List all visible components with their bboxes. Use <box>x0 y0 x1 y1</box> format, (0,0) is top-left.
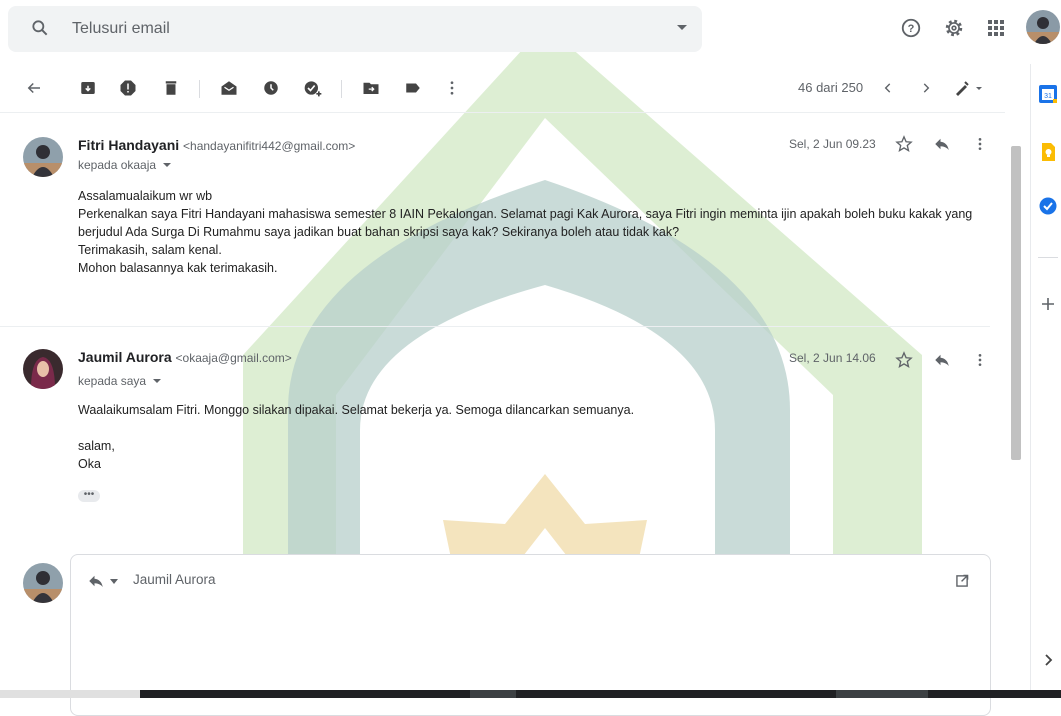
body-line: Perkenalkan saya Fitri Handayani mahasis… <box>78 207 973 221</box>
body-line: salam, <box>78 439 115 453</box>
sender-name[interactable]: Jaumil Aurora <box>78 349 172 365</box>
snooze-icon[interactable] <box>259 76 283 100</box>
svg-text:?: ? <box>908 23 915 35</box>
body-line: berjudul Ada Surga Di Rumahmu saya jadik… <box>78 225 680 239</box>
more-vert-icon[interactable] <box>968 348 992 372</box>
pagination-count: 46 dari 250 <box>798 80 864 95</box>
settings-icon[interactable] <box>942 16 966 40</box>
chevron-down-icon[interactable] <box>152 377 162 385</box>
help-icon[interactable]: ? <box>899 16 923 40</box>
star-icon[interactable] <box>892 132 916 156</box>
body-line: Oka <box>78 457 101 471</box>
input-tools-icon[interactable] <box>950 76 988 100</box>
body-line <box>78 419 993 437</box>
side-panel-divider <box>1038 257 1058 258</box>
chevron-down-icon[interactable] <box>162 161 172 169</box>
search-options-caret-icon[interactable] <box>677 25 687 30</box>
os-taskbar <box>0 690 1061 698</box>
sender-name[interactable]: Fitri Handayani <box>78 137 179 153</box>
sender-line: Fitri Handayani <handayanifitri442@gmail… <box>78 137 355 153</box>
tasks-icon[interactable] <box>1038 196 1058 216</box>
more-vert-icon[interactable] <box>440 76 464 100</box>
keep-icon[interactable] <box>1038 142 1058 162</box>
body-line: Assalamualaikum wr wb <box>78 189 213 203</box>
message-divider <box>0 326 990 327</box>
my-avatar <box>23 563 63 603</box>
message-body: Assalamualaikum wr wb Perkenalkan saya F… <box>78 187 993 277</box>
taskbar-app[interactable] <box>470 690 516 698</box>
reply-recipient[interactable]: Jaumil Aurora <box>133 572 216 587</box>
sender-line: Jaumil Aurora <okaaja@gmail.com> <box>78 349 292 365</box>
message-date: Sel, 2 Jun 14.06 <box>789 351 876 365</box>
sender-avatar[interactable] <box>23 349 63 389</box>
message-date: Sel, 2 Jun 09.23 <box>789 137 876 151</box>
move-to-icon[interactable] <box>359 76 383 100</box>
toolbar-divider <box>341 80 342 98</box>
sender-email: <okaaja@gmail.com> <box>175 351 292 365</box>
body-line: Waalaikumsalam Fitri. Monggo silakan dip… <box>78 403 635 417</box>
expand-panel-icon[interactable] <box>1038 650 1058 670</box>
mark-unread-icon[interactable] <box>217 76 241 100</box>
taskbar-app[interactable] <box>836 690 928 698</box>
add-addon-icon[interactable] <box>1038 294 1058 314</box>
delete-icon[interactable] <box>159 76 183 100</box>
search-input[interactable]: Telusuri email <box>72 20 170 38</box>
star-icon[interactable] <box>892 348 916 372</box>
body-line: Terimakasih, salam kenal. <box>78 243 222 257</box>
apps-icon[interactable] <box>984 16 1008 40</box>
label-icon[interactable] <box>401 76 425 100</box>
taskbar-search[interactable] <box>0 690 140 698</box>
reply-icon[interactable] <box>930 132 954 156</box>
recipient-details[interactable]: kepada saya <box>78 374 162 388</box>
archive-icon[interactable] <box>76 76 100 100</box>
calendar-icon[interactable]: 31 <box>1038 84 1058 104</box>
chevron-right-icon[interactable] <box>914 76 938 100</box>
chevron-down-icon[interactable] <box>110 579 118 585</box>
chevron-left-icon[interactable] <box>876 76 900 100</box>
recipient-details[interactable]: kepada okaaja <box>78 158 172 172</box>
account-avatar[interactable] <box>1026 10 1060 44</box>
recipient-line: kepada okaaja <box>78 158 157 172</box>
sender-email: <handayanifitri442@gmail.com> <box>183 139 356 153</box>
more-vert-icon[interactable] <box>968 132 992 156</box>
sender-avatar[interactable] <box>23 137 63 177</box>
message-body: Waalaikumsalam Fitri. Monggo silakan dip… <box>78 401 993 473</box>
add-task-icon[interactable] <box>301 76 325 100</box>
svg-text:31: 31 <box>1044 93 1052 100</box>
body-line: Mohon balasannya kak terimakasih. <box>78 261 278 275</box>
pop-out-icon[interactable] <box>956 574 969 587</box>
reply-icon[interactable] <box>930 348 954 372</box>
reply-icon[interactable] <box>87 573 105 589</box>
search-bar[interactable]: Telusuri email <box>8 6 702 52</box>
report-spam-icon[interactable] <box>116 76 140 100</box>
toolbar-divider <box>199 80 200 98</box>
back-arrow-icon[interactable] <box>22 76 46 100</box>
show-trimmed-content-button[interactable]: ••• <box>78 490 100 502</box>
scrollbar-thumb[interactable] <box>1011 146 1021 460</box>
recipient-line: kepada saya <box>78 374 147 388</box>
search-icon[interactable] <box>30 18 50 38</box>
